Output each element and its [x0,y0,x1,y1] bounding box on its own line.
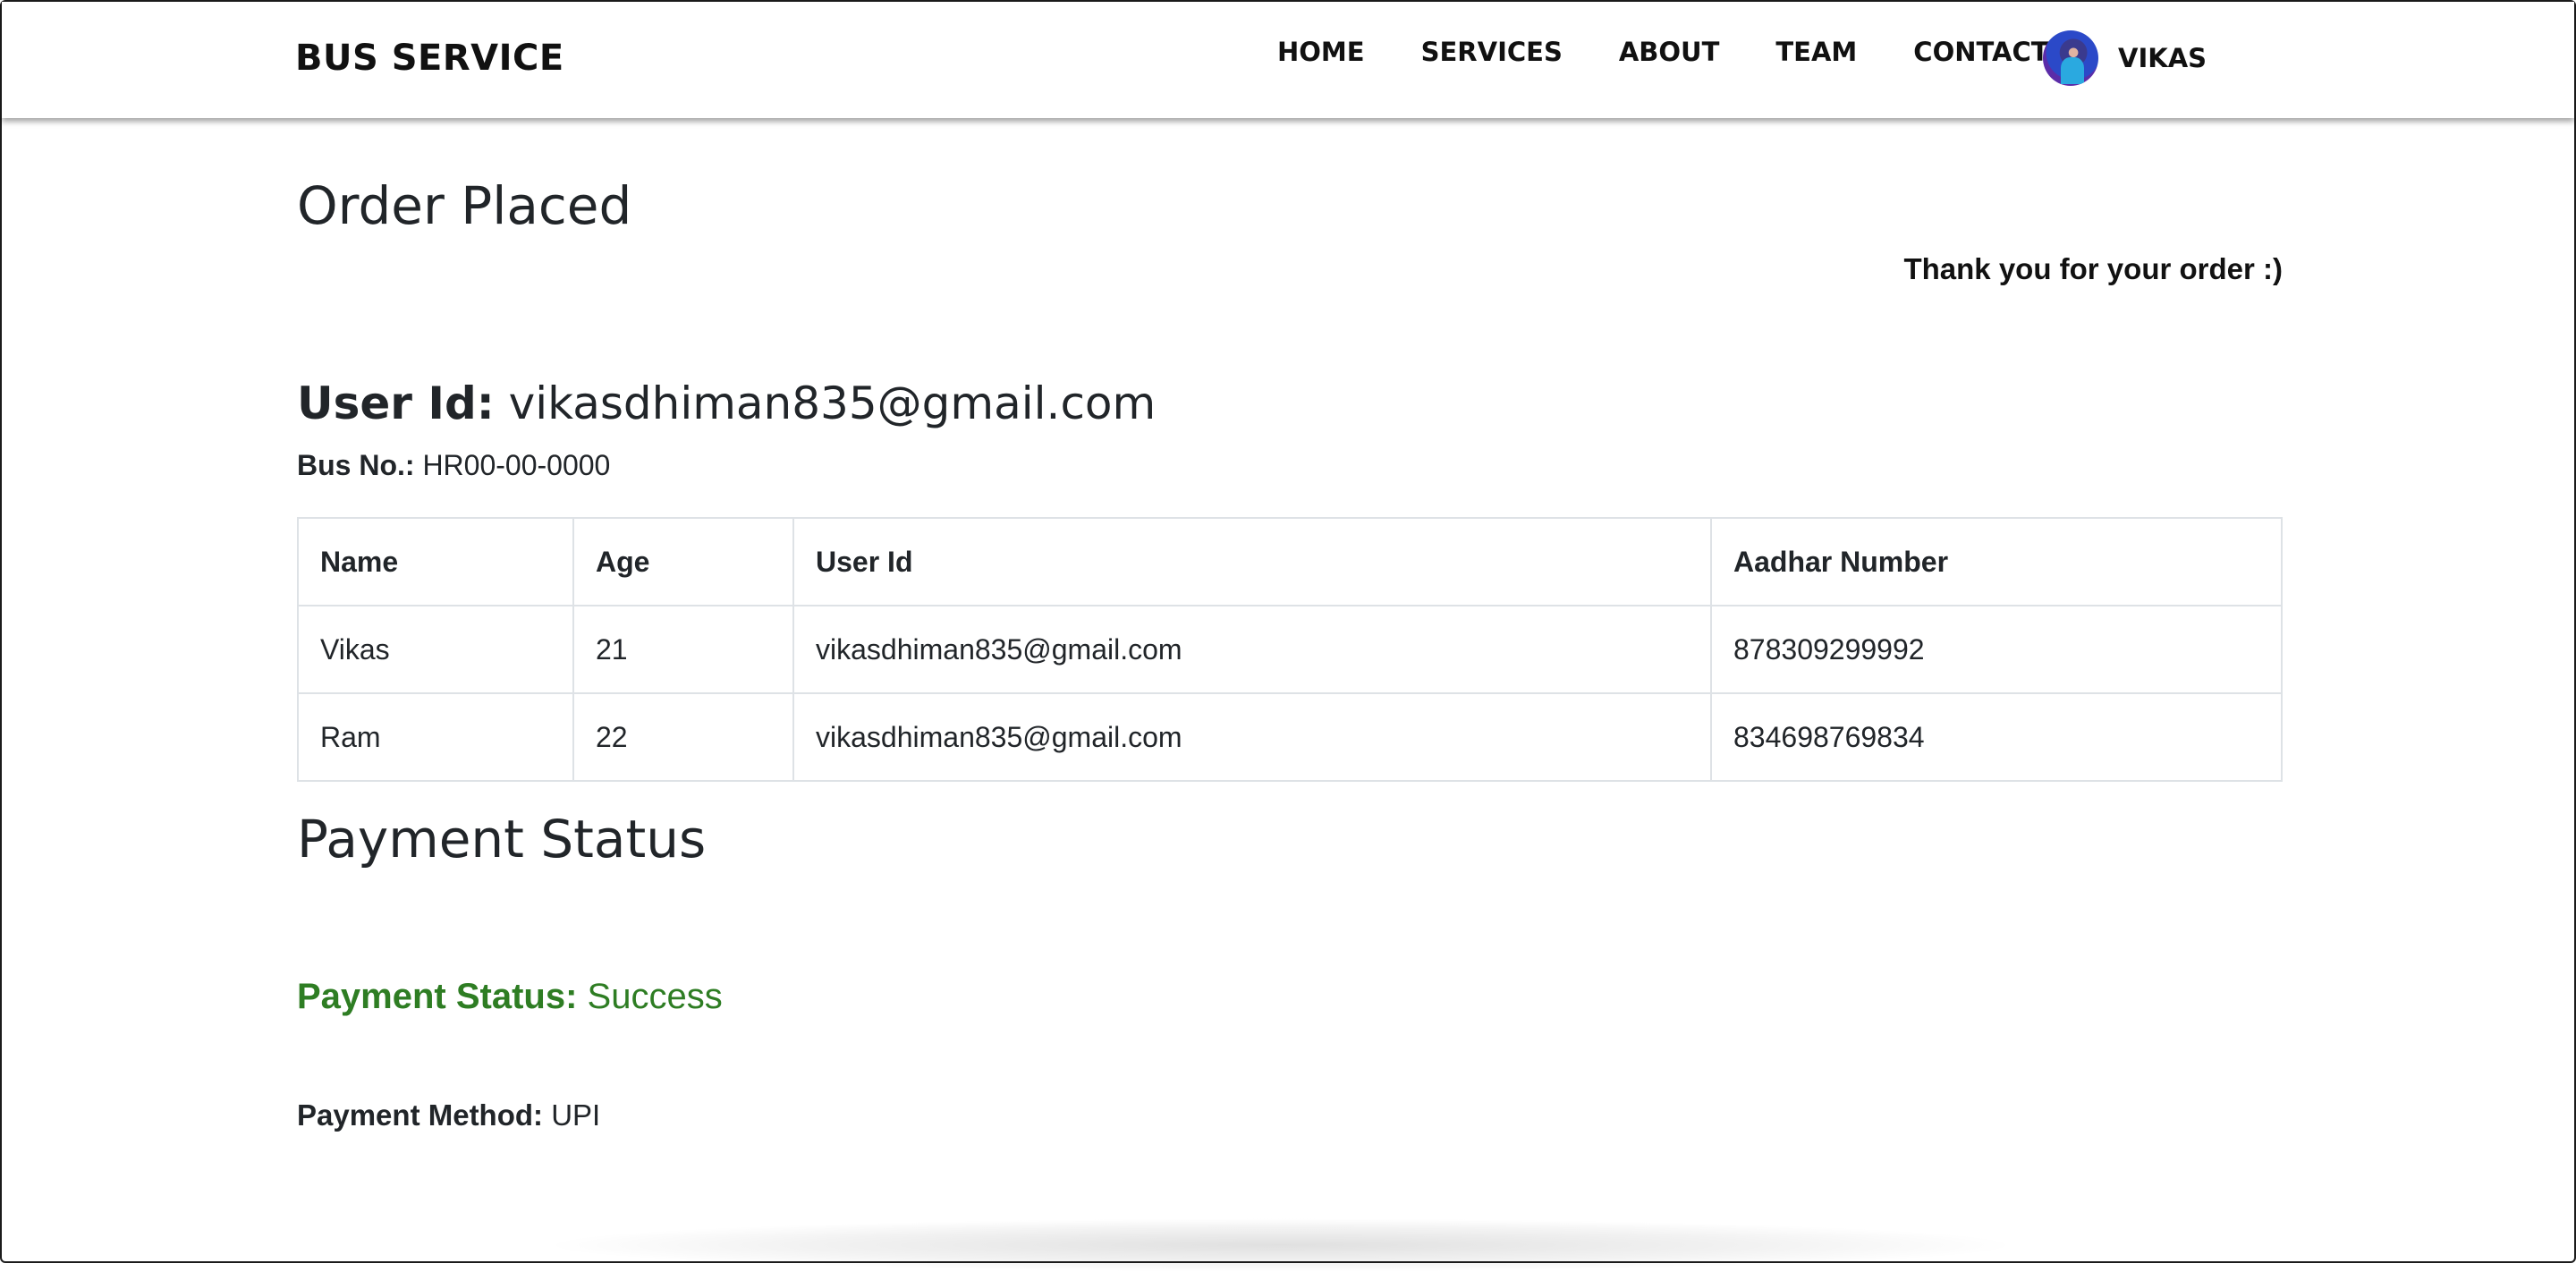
user-id-line: User Id: vikasdhiman835@gmail.com [297,377,1156,429]
passenger-table: Name Age User Id Aadhar Number Vikas 21 … [297,517,2283,782]
nav-link-contact[interactable]: CONTACT [1913,36,2048,68]
table-row: Ram 22 vikasdhiman835@gmail.com 83469876… [297,692,2283,782]
bus-number-line: Bus No.: HR00-00-0000 [297,449,610,482]
payment-method-line: Payment Method: UPI [297,1098,600,1132]
cell-aadhar: 878309299992 [1710,605,2283,694]
bus-number-label: Bus No.: [297,449,415,481]
header-aadhar: Aadhar Number [1710,517,2283,606]
payment-status-value: Success [587,977,723,1016]
cell-age: 21 [572,605,794,694]
payment-status-line: Payment Status: Success [297,977,723,1017]
payment-status-label: Payment Status: [297,977,578,1016]
footer-shadow [538,1218,2023,1272]
thank-you-message: Thank you for your order :) [1903,252,2283,285]
table-row: Vikas 21 vikasdhiman835@gmail.com 878309… [297,605,2283,694]
header-name: Name [297,517,574,606]
cell-age: 22 [572,692,794,782]
header-age: Age [572,517,794,606]
table-header-row: Name Age User Id Aadhar Number [297,517,2283,606]
cell-user-id: vikasdhiman835@gmail.com [792,692,1712,782]
page-title: Order Placed [297,175,632,236]
cell-name: Vikas [297,605,574,694]
nav-link-about[interactable]: ABOUT [1619,36,1720,68]
brand-logo[interactable]: BUS SERVICE [295,38,564,79]
avatar [2043,30,2098,86]
top-navbar: BUS SERVICE HOME SERVICES ABOUT TEAM CON… [2,2,2574,118]
profile-menu[interactable]: VIKAS [2043,30,2207,86]
user-id-label: User Id: [297,377,495,429]
profile-name: VIKAS [2118,43,2207,73]
nav-link-team[interactable]: TEAM [1775,36,1857,68]
nav-link-services[interactable]: SERVICES [1421,36,1563,68]
header-user-id: User Id [792,517,1712,606]
nav-links: HOME SERVICES ABOUT TEAM CONTACT [1277,36,2106,68]
payment-method-label: Payment Method: [297,1098,544,1132]
nav-link-home[interactable]: HOME [1277,36,1365,68]
payment-method-value: UPI [551,1098,601,1132]
cell-aadhar: 834698769834 [1710,692,2283,782]
cell-name: Ram [297,692,574,782]
payment-title: Payment Status [297,809,707,869]
cell-user-id: vikasdhiman835@gmail.com [792,605,1712,694]
user-id-value: vikasdhiman835@gmail.com [508,377,1157,429]
bus-number-value: HR00-00-0000 [422,449,611,481]
